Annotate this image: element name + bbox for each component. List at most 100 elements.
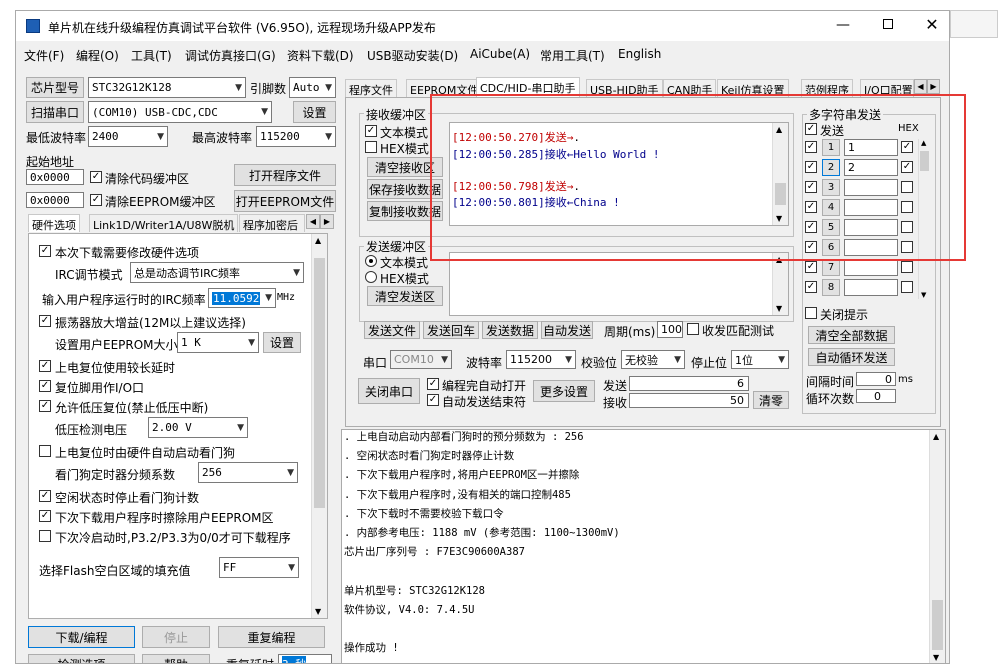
stop-button[interactable]: 停止 (142, 626, 210, 648)
erase-eeprom-checkbox[interactable]: ✓ (39, 510, 51, 522)
clear-count-button[interactable]: 清零 (753, 391, 789, 409)
port-select[interactable]: (COM10) USB-CDC,CDC ▼ (88, 101, 272, 123)
eeprom-address-input[interactable]: 0x0000 (26, 192, 84, 208)
close-hint-checkbox[interactable] (805, 307, 817, 319)
clear-all-button[interactable]: 清空全部数据 (808, 326, 895, 344)
open-program-button[interactable]: 打开程序文件 (234, 164, 336, 186)
menu-common-tools[interactable]: 常用工具(T) (540, 47, 605, 64)
auto-loop-button[interactable]: 自动循环发送 (808, 348, 895, 366)
pin-count-select[interactable]: Auto ▼ (289, 77, 336, 98)
auto-send-end-checkbox[interactable]: ✓ (427, 394, 439, 406)
multi-send-row-input[interactable] (844, 259, 898, 276)
menu-download[interactable]: 资料下载(D) (287, 47, 354, 64)
auto-open-label: 编程完自动打开 (442, 379, 527, 393)
send-text-mode-radio[interactable] (365, 255, 377, 267)
scan-port-button[interactable]: 扫描串口 (26, 101, 84, 123)
multi-send-row-input[interactable] (844, 279, 898, 296)
cold-start-checkbox[interactable] (39, 530, 51, 542)
auto-open-checkbox[interactable]: ✓ (427, 378, 439, 390)
menu-english[interactable]: English (618, 47, 661, 61)
watchdog-divider-select[interactable]: 256 ▼ (198, 462, 298, 483)
menu-file[interactable]: 文件(F) (24, 47, 64, 64)
menu-debug[interactable]: 调试仿真接口(G) (185, 47, 276, 64)
repeat-program-button[interactable]: 重复编程 (218, 626, 325, 648)
recv-match-checkbox[interactable] (687, 323, 699, 335)
send-enter-button[interactable]: 发送回车 (423, 321, 479, 339)
multi-send-row-checkbox[interactable]: ✓ (805, 281, 817, 293)
clear-send-button[interactable]: 清空发送区 (367, 286, 443, 306)
maximize-icon[interactable] (874, 17, 902, 35)
low-voltage-select[interactable]: 2.00 V ▼ (148, 417, 248, 438)
more-settings-button[interactable]: 更多设置 (533, 380, 595, 402)
send-hex-mode-radio[interactable] (365, 271, 377, 283)
flash-fill-select[interactable]: FF ▼ (219, 557, 299, 578)
irc-mode-select[interactable]: 总是动态调节IRC频率 ▼ (130, 262, 304, 283)
low-voltage-reset-checkbox[interactable]: ✓ (39, 400, 51, 412)
recv-hex-mode-checkbox[interactable] (365, 141, 377, 153)
send-scrollbar[interactable]: ▲ ▼ (772, 253, 788, 315)
long-reset-delay-checkbox[interactable]: ✓ (39, 360, 51, 372)
period-input[interactable]: 100 (657, 321, 683, 338)
options-scrollbar[interactable]: ▲ ▼ (311, 234, 327, 618)
tab-scroll-left-icon[interactable]: ◀ (306, 214, 320, 229)
menu-usb-driver[interactable]: USB驱动安装(D) (367, 47, 458, 64)
serial-port-select[interactable]: COM10 ▼ (390, 350, 452, 369)
max-baud-select[interactable]: 115200 ▼ (256, 126, 336, 147)
chip-model-select[interactable]: STC32G12K128 ▼ (88, 77, 246, 98)
tab-encryption[interactable]: 程序加密后 (239, 214, 305, 232)
idle-stop-watchdog-checkbox[interactable]: ✓ (39, 490, 51, 502)
auto-send-button[interactable]: 自动发送 (541, 321, 593, 339)
menu-bar: 文件(F) 编程(O) 工具(T) 调试仿真接口(G) 资料下载(D) USB驱… (16, 43, 949, 65)
multi-send-row-button[interactable]: 7 (822, 259, 840, 276)
code-address-input[interactable]: 0x0000 (26, 169, 84, 185)
minimize-icon[interactable]: — (829, 17, 857, 35)
loop-count-input[interactable]: 0 (856, 389, 896, 403)
check-options-button[interactable]: 检测选项 (28, 654, 135, 663)
multi-send-row-checkbox[interactable]: ✓ (805, 261, 817, 273)
multi-send-row-button[interactable]: 8 (822, 279, 840, 296)
oscillator-gain-checkbox[interactable]: ✓ (39, 315, 51, 327)
clear-code-checkbox[interactable]: ✓ (90, 171, 102, 183)
multi-send-row-hex-checkbox[interactable] (901, 261, 913, 273)
tab-hardware-options[interactable]: 硬件选项 (28, 214, 80, 232)
tab-offline-writer[interactable]: Link1D/Writer1A/U8W脱机 (89, 214, 239, 232)
modify-hardware-checkbox[interactable]: ✓ (39, 245, 51, 257)
interval-input[interactable]: 0 (856, 372, 896, 386)
download-program-button[interactable]: 下载/编程 (28, 626, 135, 648)
low-voltage-reset-label: 允许低压复位(禁止低压中断) (55, 401, 209, 415)
send-data-button[interactable]: 发送数据 (482, 321, 538, 339)
tab-program-file[interactable]: 程序文件 (345, 79, 397, 97)
send-text-area[interactable] (449, 252, 789, 316)
auto-watchdog-checkbox[interactable] (39, 445, 51, 457)
right-tab-scroll-right-icon[interactable]: ▶ (927, 79, 940, 94)
close-port-button[interactable]: 关闭串口 (358, 378, 420, 404)
menu-program[interactable]: 编程(O) (76, 47, 119, 64)
recv-text-mode-checkbox[interactable]: ✓ (365, 125, 377, 137)
irc-freq-select[interactable]: 11.0592 ▼ (208, 288, 276, 308)
right-tab-scroll-left-icon[interactable]: ◀ (914, 79, 927, 94)
chevron-down-icon: ▼ (261, 107, 268, 117)
chip-model-button[interactable]: 芯片型号 (26, 77, 84, 98)
min-baud-select[interactable]: 2400 ▼ (88, 126, 168, 147)
log-line: 芯片出厂序列号 : F7E3C90600A387 (344, 546, 525, 559)
eeprom-size-select[interactable]: 1 K ▼ (177, 332, 259, 353)
clear-eeprom-checkbox[interactable]: ✓ (90, 194, 102, 206)
help-button[interactable]: 帮助 (142, 654, 210, 663)
open-eeprom-button[interactable]: 打开EEPROM文件 (234, 190, 336, 212)
menu-aicube[interactable]: AiCube(A) (470, 47, 530, 61)
reset-pin-io-checkbox[interactable]: ✓ (39, 380, 51, 392)
port-settings-button[interactable]: 设置 (293, 101, 336, 123)
retry-delay-select[interactable]: 3 秒 (278, 654, 332, 663)
stop-bits-select[interactable]: 1位 ▼ (731, 350, 789, 369)
eeprom-size-set-button[interactable]: 设置 (263, 332, 301, 353)
output-log-scrollbar[interactable]: ▲ ▼ (929, 430, 945, 663)
tab-scroll-right-icon[interactable]: ▶ (320, 214, 334, 229)
close-icon[interactable]: ✕ (918, 15, 946, 35)
stop-bits-value: 1位 (735, 353, 753, 367)
parity-select[interactable]: 无校验 ▼ (621, 350, 685, 369)
multi-send-row-hex-checkbox[interactable] (901, 281, 913, 293)
menu-tools[interactable]: 工具(T) (131, 47, 172, 64)
send-file-button[interactable]: 发送文件 (364, 321, 420, 339)
baud-value: 115200 (510, 353, 552, 366)
baud-select[interactable]: 115200 ▼ (506, 350, 576, 369)
